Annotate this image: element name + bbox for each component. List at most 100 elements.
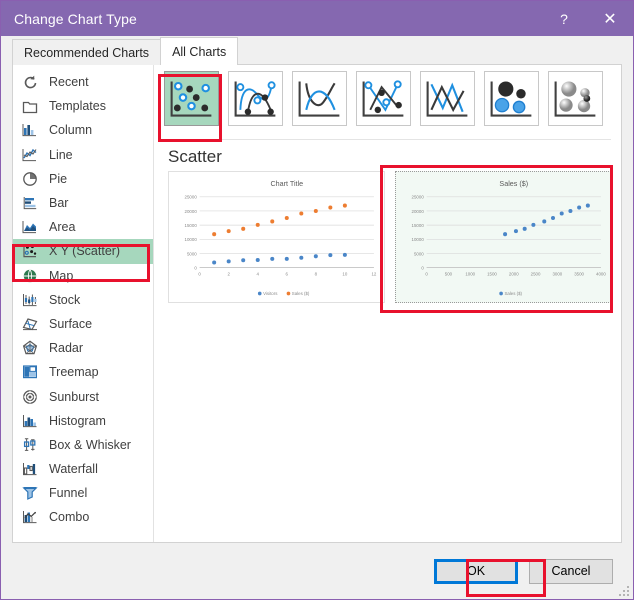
sidebar-item-recent[interactable]: Recent bbox=[13, 70, 153, 94]
sidebar-item-label: Box & Whisker bbox=[49, 437, 131, 452]
sidebar-item-column[interactable]: Column bbox=[13, 118, 153, 142]
sidebar-item-funnel[interactable]: Funnel bbox=[13, 481, 153, 505]
scatter-icon bbox=[21, 242, 39, 260]
bar-icon bbox=[21, 194, 39, 212]
sidebar-item-waterfall[interactable]: Waterfall bbox=[13, 457, 153, 481]
chart-type-list[interactable]: Recent Templates Column Line Pie Bar Area X Y (… bbox=[13, 65, 154, 542]
sidebar-item-label: Line bbox=[49, 147, 73, 162]
resize-grip[interactable] bbox=[617, 584, 629, 596]
dialog-footer: OK Cancel bbox=[1, 543, 633, 599]
sidebar-item-label: Stock bbox=[49, 292, 81, 307]
tab-all-charts[interactable]: All Charts bbox=[160, 37, 239, 65]
svg-text:3000: 3000 bbox=[552, 271, 562, 276]
area-icon bbox=[21, 218, 39, 236]
title-bar: Change Chart Type ? ✕ bbox=[1, 1, 633, 36]
sidebar-item-surface[interactable]: Surface bbox=[13, 312, 153, 336]
waterfall-icon bbox=[21, 460, 39, 478]
svg-text:12: 12 bbox=[371, 271, 376, 276]
sidebar-item-stock[interactable]: Stock bbox=[13, 288, 153, 312]
sidebar-item-label: Sunburst bbox=[49, 389, 100, 404]
svg-text:1000: 1000 bbox=[465, 271, 475, 276]
recent-icon bbox=[21, 73, 39, 91]
chart-subtype-gallery[interactable] bbox=[160, 71, 621, 140]
svg-text:0: 0 bbox=[421, 266, 424, 271]
sidebar-item-pie[interactable]: Pie bbox=[13, 167, 153, 191]
chart-preview-pane: Scatter Chart Title 0 5000 10000 15000 20000 2… bbox=[154, 65, 621, 542]
svg-text:Sales ($): Sales ($) bbox=[504, 291, 522, 296]
sidebar-item-label: Funnel bbox=[49, 486, 88, 501]
box-whisker-icon bbox=[21, 436, 39, 454]
dialog-title: Change Chart Type bbox=[14, 10, 137, 27]
svg-text:4000: 4000 bbox=[596, 271, 606, 276]
svg-text:Visitors: Visitors bbox=[263, 291, 278, 296]
gallery-title: Scatter bbox=[168, 147, 222, 166]
tab-recommended-charts[interactable]: Recommended Charts bbox=[12, 39, 162, 65]
svg-text:Sales ($): Sales ($) bbox=[292, 291, 310, 296]
svg-text:8: 8 bbox=[315, 271, 318, 276]
close-icon[interactable]: ✕ bbox=[587, 1, 633, 36]
combo-icon bbox=[21, 508, 39, 526]
sidebar-item-label: X Y (Scatter) bbox=[49, 244, 121, 259]
sidebar-item-histogram[interactable]: Histogram bbox=[13, 409, 153, 433]
help-icon[interactable]: ? bbox=[541, 1, 587, 36]
sidebar-item-x-y-scatter[interactable]: X Y (Scatter) bbox=[13, 239, 153, 264]
line-icon bbox=[21, 146, 39, 164]
chart-preview-left[interactable]: Chart Title 0 5000 10000 15000 20000 25000 0 2 4 6… bbox=[168, 171, 385, 303]
sidebar-item-combo[interactable]: Combo bbox=[13, 505, 153, 529]
sidebar-item-label: Pie bbox=[49, 171, 68, 186]
surface-icon bbox=[21, 315, 39, 333]
svg-text:0: 0 bbox=[198, 271, 201, 276]
sidebar-item-sunburst[interactable]: Sunburst bbox=[13, 384, 153, 408]
sidebar-item-label: Surface bbox=[49, 316, 93, 331]
svg-text:5000: 5000 bbox=[187, 251, 197, 256]
change-chart-type-dialog: Change Chart Type ? ✕ Recommended Charts… bbox=[0, 0, 634, 600]
tab-strip: Recommended Charts All Charts bbox=[1, 36, 633, 65]
chart-subtype-scatter-with-straight-lines-and-markers[interactable] bbox=[356, 71, 411, 126]
map-icon bbox=[21, 267, 39, 285]
histogram-icon bbox=[21, 412, 39, 430]
svg-text:15000: 15000 bbox=[411, 223, 424, 228]
svg-text:20000: 20000 bbox=[411, 209, 424, 214]
svg-text:20000: 20000 bbox=[185, 209, 198, 214]
sidebar-item-templates[interactable]: Templates bbox=[13, 94, 153, 118]
chart-subtype-scatter[interactable] bbox=[164, 71, 219, 126]
svg-text:Chart Title: Chart Title bbox=[270, 180, 303, 188]
svg-text:500: 500 bbox=[444, 271, 452, 276]
svg-text:10: 10 bbox=[342, 271, 347, 276]
svg-text:5000: 5000 bbox=[413, 251, 423, 256]
funnel-icon bbox=[21, 484, 39, 502]
cancel-button[interactable]: Cancel bbox=[529, 558, 613, 584]
pie-icon bbox=[21, 170, 39, 188]
svg-text:25000: 25000 bbox=[411, 195, 424, 200]
chart-subtype-scatter-with-smooth-lines-and-markers[interactable] bbox=[228, 71, 283, 126]
sidebar-item-label: Radar bbox=[49, 341, 84, 356]
radar-icon bbox=[21, 339, 39, 357]
sidebar-item-map[interactable]: Map bbox=[13, 264, 153, 288]
chart-subtype-scatter-with-smooth-lines[interactable] bbox=[292, 71, 347, 126]
sidebar-item-bar[interactable]: Bar bbox=[13, 191, 153, 215]
sidebar-item-box-whisker[interactable]: Box & Whisker bbox=[13, 433, 153, 457]
sidebar-item-area[interactable]: Area bbox=[13, 215, 153, 239]
svg-text:3500: 3500 bbox=[574, 271, 584, 276]
chart-preview-right[interactable]: Sales ($) 0 5000 10000 15000 20000 25000 0 500 10… bbox=[394, 171, 611, 303]
window-buttons: ? ✕ bbox=[541, 1, 633, 36]
sunburst-icon bbox=[21, 388, 39, 406]
sidebar-item-treemap[interactable]: Treemap bbox=[13, 360, 153, 384]
column-icon bbox=[21, 121, 39, 139]
sidebar-item-line[interactable]: Line bbox=[13, 143, 153, 167]
stock-icon bbox=[21, 291, 39, 309]
sidebar-item-radar[interactable]: Radar bbox=[13, 336, 153, 360]
svg-text:0: 0 bbox=[194, 266, 197, 271]
sidebar-item-label: Recent bbox=[49, 75, 89, 90]
sidebar-item-label: Treemap bbox=[49, 365, 99, 380]
svg-text:6: 6 bbox=[286, 271, 289, 276]
chart-subtype-scatter-with-straight-lines[interactable] bbox=[420, 71, 475, 126]
chart-subtype-bubble[interactable] bbox=[484, 71, 539, 126]
svg-text:10000: 10000 bbox=[411, 237, 424, 242]
sidebar-item-label: Combo bbox=[49, 510, 90, 525]
sidebar-item-label: Histogram bbox=[49, 413, 106, 428]
svg-text:0: 0 bbox=[425, 271, 428, 276]
chart-subtype-3d-bubble[interactable] bbox=[548, 71, 603, 126]
sidebar-item-label: Column bbox=[49, 123, 93, 138]
ok-button[interactable]: OK bbox=[434, 558, 518, 584]
